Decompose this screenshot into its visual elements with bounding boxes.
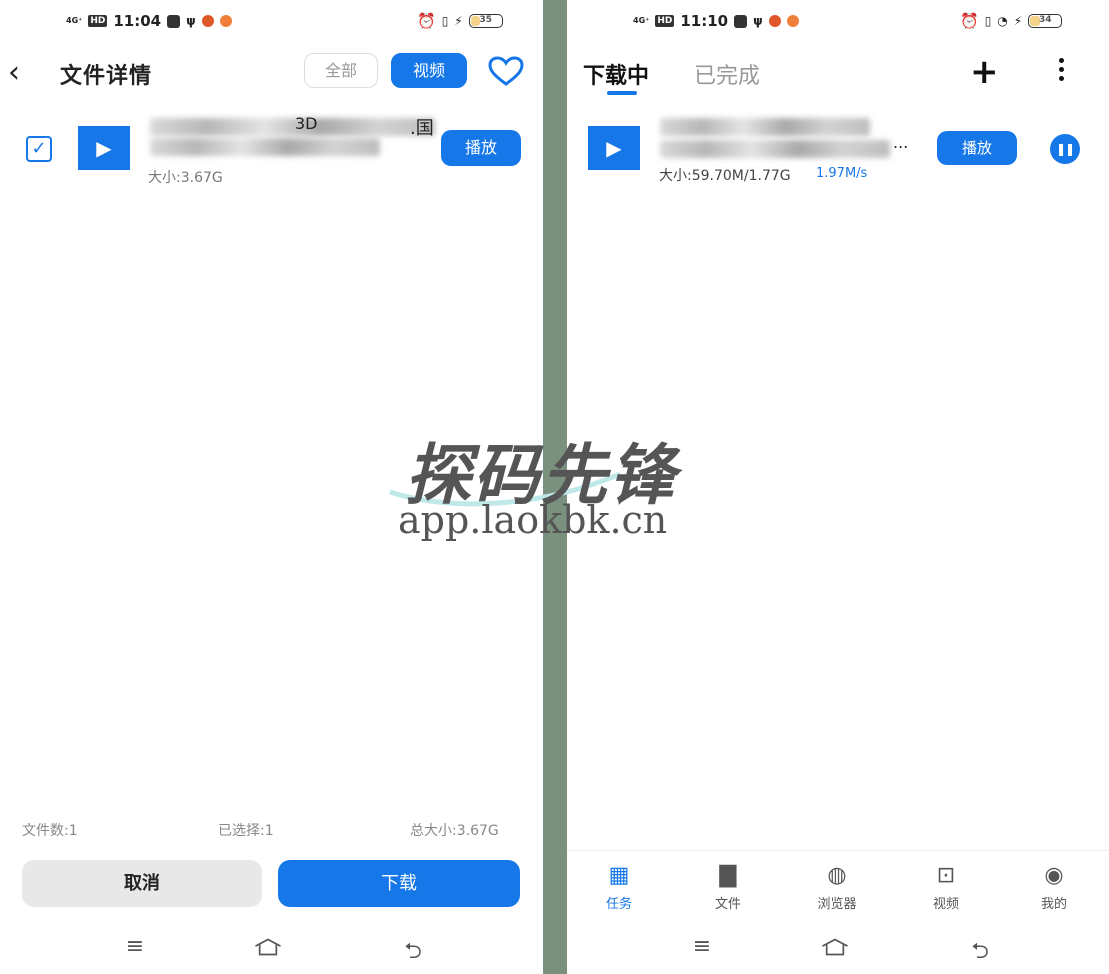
file-name-fragment: 3D	[295, 114, 318, 133]
battery-icon: 35	[468, 14, 503, 28]
bottom-tab-bar: ▦ 任务 ▇ 文件 ◍ 浏览器 ⊡ 视频 ◉ 我的	[567, 850, 1109, 920]
system-nav-bar-right: ≡ ⮌	[567, 930, 1109, 966]
status-time: 11:04	[113, 12, 162, 30]
hd-icon: HD	[655, 15, 675, 27]
battery-icon: 34	[1028, 14, 1063, 28]
task-speed: 1.97M/s	[816, 166, 868, 181]
back-nav-icon[interactable]: ⮌	[398, 934, 428, 964]
tab-label: 我的	[1040, 897, 1067, 912]
video-icon: ⊡	[936, 863, 956, 888]
tab-video[interactable]: ⊡ 视频	[916, 863, 976, 912]
charging-icon: ⚡	[1013, 14, 1023, 28]
wifi-icon: ◔	[997, 14, 1008, 28]
globe-icon: ◍	[827, 863, 847, 888]
task-play-icon[interactable]: ▶	[588, 126, 640, 170]
favorite-heart-icon[interactable]	[487, 55, 525, 87]
system-nav-bar: ≡ ⮌	[0, 930, 543, 966]
file-select-checkbox[interactable]: ✓	[26, 136, 52, 162]
task-name-blurred-line2	[660, 140, 890, 158]
tab-files[interactable]: ▇ 文件	[698, 863, 758, 912]
usb-icon: ψ	[753, 14, 763, 28]
tab-profile[interactable]: ◉ 我的	[1024, 863, 1084, 912]
notification-icon	[219, 15, 232, 27]
pause-icon[interactable]: ❚❚	[1050, 134, 1080, 164]
filter-all-button[interactable]: 全部	[304, 53, 378, 88]
file-name-blurred-line2	[150, 138, 380, 156]
status-bar: 4G⁺ HD 11:10 ψ ⏰ ▯ ◔ ⚡ 34	[567, 8, 1109, 36]
file-name-blurred	[150, 118, 435, 136]
alarm-icon: ⏰	[960, 12, 979, 30]
active-tab-indicator	[607, 91, 637, 95]
profile-icon: ◉	[1044, 863, 1064, 888]
task-play-button[interactable]: 播放	[937, 131, 1017, 165]
watermark-url: app.laokbk.cn	[398, 498, 668, 542]
vibrate-icon: ▯	[984, 14, 992, 28]
download-button[interactable]: 下载	[278, 860, 520, 907]
grid-icon: ▦	[608, 863, 630, 888]
file-play-icon[interactable]: ▶	[78, 126, 130, 170]
page-title: 文件详情	[60, 64, 153, 89]
status-time: 11:10	[680, 12, 729, 30]
cancel-button[interactable]: 取消	[22, 860, 262, 907]
filter-video-button[interactable]: 视频	[391, 53, 467, 88]
add-task-icon[interactable]: +	[970, 52, 999, 92]
notification-icon	[786, 15, 799, 27]
alarm-icon: ⏰	[417, 12, 436, 30]
file-count: 文件数:1	[22, 823, 78, 839]
task-name-blurred	[660, 118, 870, 136]
home-icon[interactable]	[820, 934, 850, 960]
back-icon[interactable]: ‹	[8, 55, 20, 90]
tab-browser[interactable]: ◍ 浏览器	[807, 863, 867, 912]
cake-icon	[768, 15, 781, 27]
task-size: 大小:59.70M/1.77G	[659, 168, 791, 184]
signal-icon: 4G⁺	[633, 16, 650, 25]
home-icon[interactable]	[253, 934, 283, 960]
menu-icon[interactable]: ≡	[120, 934, 150, 960]
file-name-tail: .国	[410, 118, 434, 139]
task-name-ellipsis: ...	[893, 133, 909, 152]
hd-icon: HD	[88, 15, 108, 27]
app-notification-icon	[734, 14, 748, 28]
file-size: 大小:3.67G	[148, 170, 223, 186]
back-nav-icon[interactable]: ⮌	[965, 934, 995, 964]
tab-completed[interactable]: 已完成	[694, 58, 760, 90]
tab-label: 视频	[932, 897, 959, 912]
app-notification-icon	[167, 14, 181, 28]
tab-downloading[interactable]: 下载中	[583, 58, 649, 90]
signal-icon: 4G⁺	[66, 16, 83, 25]
more-menu-icon[interactable]	[1059, 58, 1067, 85]
play-button[interactable]: 播放	[441, 130, 521, 166]
tab-tasks[interactable]: ▦ 任务	[589, 863, 649, 912]
tab-label: 浏览器	[817, 897, 857, 912]
tab-label: 文件	[714, 897, 741, 912]
status-bar: 4G⁺ HD 11:04 ψ ⏰ ▯ ⚡ 35	[0, 8, 543, 36]
selected-count: 已选择:1	[218, 823, 274, 839]
file-icon: ▇	[719, 863, 737, 888]
vibrate-icon: ▯	[441, 14, 449, 28]
cake-icon	[201, 15, 214, 27]
charging-icon: ⚡	[454, 14, 463, 28]
usb-icon: ψ	[186, 14, 196, 28]
menu-icon[interactable]: ≡	[687, 934, 717, 960]
tab-label: 任务	[605, 897, 632, 912]
total-size: 总大小:3.67G	[410, 823, 499, 839]
